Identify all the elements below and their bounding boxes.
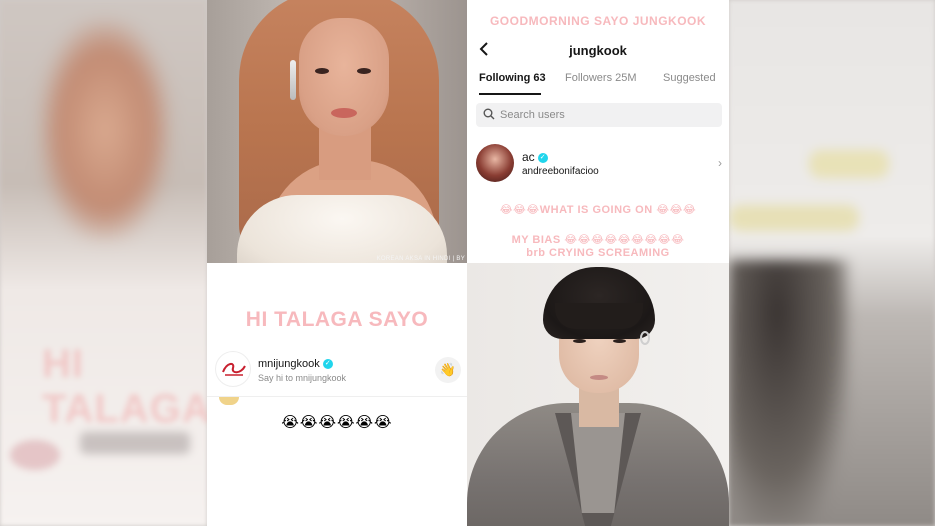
- eye: [613, 339, 626, 343]
- user-name-line: ac ✓: [522, 150, 548, 164]
- man-portrait-photo: [467, 263, 729, 526]
- avatar: [476, 144, 514, 182]
- search-icon: [483, 108, 495, 120]
- overlay-caption: MY BIAS 😂😂😂😂😂😂😂😂😂: [511, 234, 685, 246]
- earring: [640, 331, 650, 345]
- blurred-background-left: HI TALAGA: [0, 0, 211, 526]
- verified-badge-icon: ✓: [537, 152, 548, 163]
- search-bar[interactable]: Search users: [476, 103, 722, 127]
- lips: [590, 375, 608, 380]
- search-input[interactable]: Search users: [500, 109, 565, 121]
- verified-badge-icon: ✓: [322, 359, 333, 370]
- blurred-bar: [80, 432, 190, 454]
- tab-suggested[interactable]: Suggested: [663, 72, 716, 84]
- tab-bar: Following 63 Followers 25M Suggested: [467, 72, 729, 96]
- blurred-logo: [10, 440, 60, 470]
- user-name: mnijungkook: [258, 358, 320, 370]
- overlay-caption: brb CRYING SCREAMING: [526, 247, 670, 259]
- tab-followers[interactable]: Followers 25M: [565, 72, 637, 84]
- woman-portrait-photo: KOREAN AKSA IN HINDI | BY: [207, 0, 467, 263]
- blurred-highlight: [809, 150, 889, 178]
- overlay-caption: 😂😂😂WHAT IS GOING ON 😂😂😂: [499, 204, 697, 216]
- blurred-highlight: [729, 205, 859, 231]
- blurred-hair: [729, 260, 849, 526]
- profile-username: jungkook: [569, 43, 627, 58]
- say-hi-screenshot: HI TALAGA SAYO mnijungkook ✓ Say hi to mn…: [207, 263, 467, 526]
- next-avatar-peek: [219, 397, 239, 405]
- avatar: [215, 351, 251, 387]
- blurred-face: [40, 20, 170, 240]
- user-name-line: mnijungkook ✓: [258, 358, 333, 370]
- waving-hand-icon[interactable]: 👋: [435, 357, 461, 383]
- profile-header: jungkook: [467, 40, 729, 62]
- photo-credit: KOREAN AKSA IN HINDI | BY: [376, 256, 465, 262]
- white-dress: [237, 195, 447, 263]
- face: [299, 18, 389, 136]
- suggested-user-row[interactable]: mnijungkook ✓ Say hi to mnijungkook 👋: [215, 351, 463, 391]
- divider: [207, 396, 467, 397]
- earring: [290, 60, 296, 100]
- blurred-title: HI TALAGA: [42, 342, 212, 431]
- brand-logo-icon: [222, 362, 246, 376]
- user-handle: andreebonifacioo: [522, 166, 599, 177]
- eye: [357, 68, 371, 74]
- eye: [573, 339, 586, 343]
- crying-emojis: 😭😭😭😭😭😭: [281, 414, 393, 431]
- tab-following[interactable]: Following 63: [479, 72, 546, 84]
- following-user-row[interactable]: ac ✓ andreebonifacioo ›: [476, 144, 726, 184]
- overlay-caption: GOODMORNING SAYO JUNGKOOK: [489, 14, 707, 28]
- following-list-screenshot: GOODMORNING SAYO JUNGKOOK jungkook Follo…: [467, 0, 729, 263]
- hair-fringe: [555, 303, 643, 329]
- chevron-right-icon[interactable]: ›: [718, 156, 722, 170]
- lips: [331, 108, 357, 118]
- overlay-caption: HI TALAGA SAYO: [245, 308, 429, 331]
- user-name: ac: [522, 150, 535, 164]
- say-hi-subtitle: Say hi to mnijungkook: [258, 373, 347, 383]
- blurred-background-right: [729, 0, 935, 526]
- active-tab-indicator: [479, 93, 541, 95]
- eye: [315, 68, 329, 74]
